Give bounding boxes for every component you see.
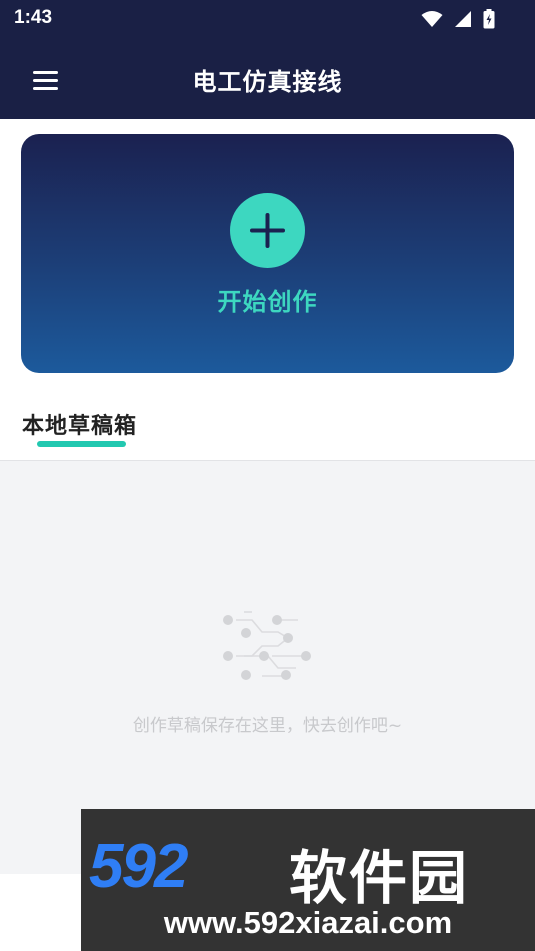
top-bar: 1:43 电工仿真接线 [0, 0, 535, 119]
divider [0, 460, 535, 461]
tab-indicator [37, 441, 126, 447]
watermark-brand: 软件园 [289, 844, 470, 912]
watermark-number: 592 [89, 832, 188, 901]
watermark-overlay: 592 软件园 www.592xiazai.com [81, 809, 535, 951]
empty-state-message: 创作草稿保存在这里，快去创作吧~ [132, 716, 403, 736]
status-time: 1:43 [14, 7, 53, 28]
signal-icon [454, 10, 471, 27]
watermark-url: www.592xiazai.com [163, 905, 453, 940]
start-create-label: 开始创作 [217, 288, 318, 316]
wifi-icon [421, 10, 443, 27]
battery-icon [483, 8, 495, 28]
status-icons [415, 8, 495, 29]
watermark-logo: 592 软件园 [81, 823, 535, 912]
tab-local-drafts[interactable]: 本地草稿箱 [22, 408, 137, 440]
app-bar: 电工仿真接线 [0, 38, 535, 119]
start-create-button[interactable]: 开始创作 [21, 134, 514, 373]
circuit-empty-icon [223, 611, 311, 680]
plus-icon[interactable] [230, 193, 305, 268]
page-title: 电工仿真接线 [192, 68, 343, 96]
status-bar: 1:43 [0, 0, 535, 38]
